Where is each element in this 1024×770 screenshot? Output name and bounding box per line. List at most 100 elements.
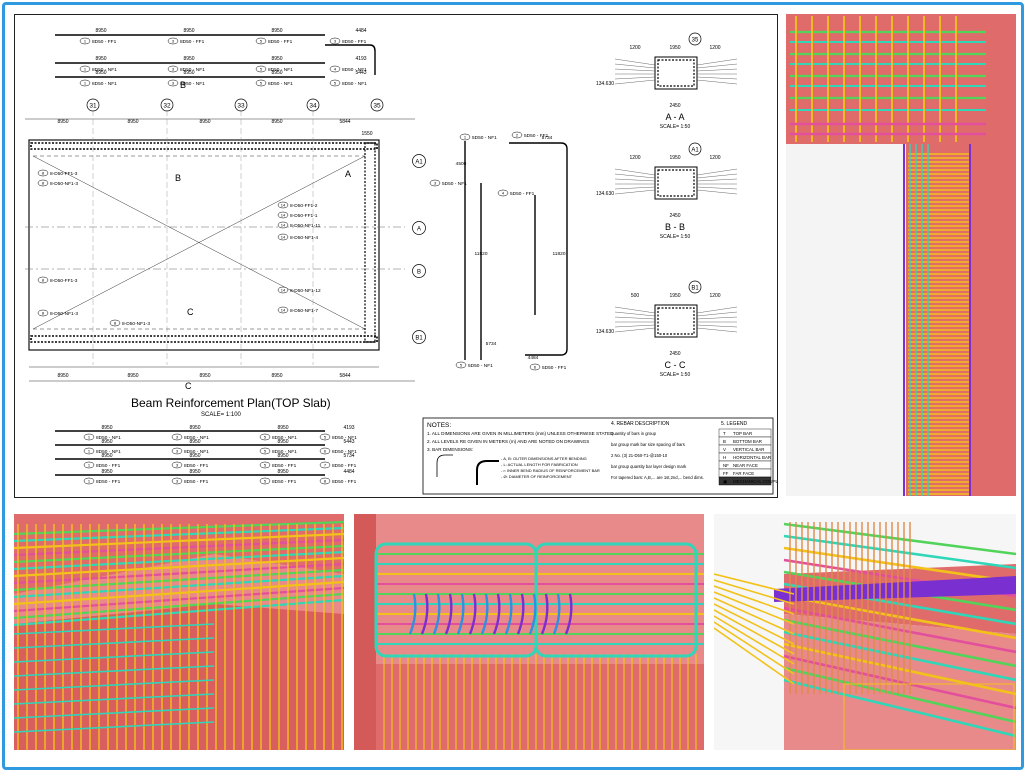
legend-text: MECHANICAL COUPLING bbox=[733, 479, 777, 484]
bar-mark-label: 8D50 - FF1 bbox=[180, 39, 205, 45]
leader-line bbox=[614, 327, 656, 333]
leader-line bbox=[696, 316, 738, 320]
bar-bending-details: 1 5D50 - NF12 5D50 - FF13 5D50 - NF14 5D50 -… bbox=[429, 131, 568, 371]
dimension-value: 8950 bbox=[127, 373, 138, 379]
dimension-value: 500 bbox=[631, 293, 640, 299]
section-marks: A B B C C bbox=[175, 80, 351, 391]
leader-line bbox=[696, 306, 738, 314]
rebar-description-line: 2 No. (3) 21-D50-T1-@150-10 bbox=[611, 453, 668, 458]
leader-line bbox=[614, 58, 656, 66]
bar-tail-length: 4193 bbox=[355, 56, 366, 62]
section-mark-c: C bbox=[187, 307, 194, 317]
grid-label: 34 bbox=[309, 103, 317, 110]
callout-left: 8-D50-FF1-3 bbox=[50, 278, 78, 284]
callout-right: 8-D50-FF1-1 bbox=[290, 213, 318, 219]
dimension-value: 1950 bbox=[669, 293, 680, 299]
section-scale: SCALE= 1:50 bbox=[660, 234, 691, 240]
bar-detail-length: 11820 bbox=[475, 251, 488, 257]
bar-mark-label: 8D50 - NF1 bbox=[342, 81, 367, 87]
grid-label: 33 bbox=[237, 103, 245, 110]
leader-line bbox=[614, 173, 656, 179]
bar-mark-label: 8D50 - NF1 bbox=[268, 81, 293, 87]
bar-mark-label: 8D50 - FF1 bbox=[342, 39, 367, 45]
section-scale: SCALE= 1:50 bbox=[660, 372, 691, 378]
dimension-value: 2450 bbox=[669, 213, 680, 219]
leader-line bbox=[614, 316, 656, 320]
leader-line bbox=[696, 76, 738, 80]
bar-mark-number: 14 bbox=[281, 235, 286, 240]
grid-label: 31 bbox=[89, 103, 97, 110]
rebar-description-line: For tapered bars: A,B,... are 1st,2nd,..… bbox=[611, 475, 704, 480]
grid-label: 35 bbox=[692, 38, 699, 44]
leader-line bbox=[614, 79, 656, 85]
dimension-value: 8950 bbox=[271, 373, 282, 379]
bar-dimension-note: - r: INNER BEND RADIUS OF REINFORCEMENT … bbox=[501, 468, 600, 473]
dimension-value: 8950 bbox=[57, 373, 68, 379]
bar-tail-length: 4193 bbox=[343, 425, 354, 431]
section-title: C - C bbox=[665, 360, 686, 370]
bar-dimension: 8950 bbox=[189, 439, 200, 445]
bar-mark-number: 14 bbox=[281, 203, 286, 208]
bar-detail-label: 5D50 - NF1 bbox=[472, 135, 497, 141]
bar-mark-label: 8D50 - FF1 bbox=[92, 39, 117, 45]
legend-code: H bbox=[723, 455, 726, 460]
bar-mark-label: 8D50 - NF1 bbox=[92, 81, 117, 87]
bar-dimension: 8950 bbox=[101, 469, 112, 475]
legend-text: TOP BAR bbox=[733, 431, 752, 436]
note-item: 1. ALL DIMENSIONS ARE GIVEN IN MILLIMETE… bbox=[427, 431, 614, 436]
grid-label: B1 bbox=[691, 286, 699, 292]
bar-dimension: 8950 bbox=[271, 70, 282, 76]
leader-line bbox=[614, 306, 656, 314]
bar-mark-label: 8D50 - FF1 bbox=[268, 39, 293, 45]
bar-mark-number: 14 bbox=[281, 213, 286, 218]
legend-code: V bbox=[723, 447, 726, 452]
bar-tail-length: 5443 bbox=[355, 70, 366, 76]
leader-line bbox=[696, 324, 738, 328]
notes-heading: NOTES: bbox=[427, 422, 451, 429]
section-title: A - A bbox=[665, 112, 684, 122]
legend-table: T TOP BAR B BOTTOM BAR V VERTICAL BAR H HORIZON… bbox=[718, 428, 777, 486]
section-mark-b: B bbox=[175, 173, 181, 183]
bar-detail-length: 5734 bbox=[542, 135, 553, 141]
dimension-value: 8950 bbox=[57, 119, 68, 125]
leader-line bbox=[614, 168, 656, 176]
leader-line bbox=[614, 324, 656, 328]
leader-line bbox=[614, 76, 656, 80]
bar-tail-length: 5734 bbox=[343, 453, 354, 459]
bar-dimension: 8950 bbox=[189, 425, 200, 431]
section-title: B - B bbox=[665, 222, 685, 232]
bar-dimension: 8950 bbox=[101, 425, 112, 431]
bar-dimension: 8950 bbox=[101, 439, 112, 445]
leader-line bbox=[696, 58, 738, 66]
bottom-bar-schedule: 89501 8D50 - NF189503 8D50 - NF189505 8D50 … bbox=[55, 425, 357, 485]
bar-mark-number: 14 bbox=[281, 223, 286, 228]
callout-left: 8-D50-NF1-3 bbox=[50, 311, 78, 317]
leader-line bbox=[696, 63, 738, 69]
grid-label: B bbox=[417, 270, 421, 276]
section-detail: A1 1200 1950 1200 134.630 2450 B - B SCALE= 1:5… bbox=[596, 142, 738, 240]
section-detail: B1 500 1950 1200 134.630 2450 C - C SCALE= 1:50 bbox=[596, 280, 738, 378]
rebar-description-line: bar group quantity bar layer design mark bbox=[611, 464, 687, 469]
section-mark-b-top: B bbox=[180, 80, 186, 90]
cross-sections: 35 1200 1950 1200 134.630 2450 A - A SCALE= 1:5… bbox=[596, 32, 738, 378]
grid-bubbles-right: A1 A B B1 bbox=[412, 154, 426, 344]
beam-plan bbox=[25, 110, 415, 382]
dimension-value: 5844 bbox=[339, 119, 350, 125]
legend-text: BOTTOM BAR bbox=[733, 439, 762, 444]
callouts-right: 14 8-D50-FF1-2 14 8-D50-FF1-1 14 8-D50-NF1-11… bbox=[277, 201, 321, 314]
section-scale: SCALE= 1:50 bbox=[660, 124, 691, 130]
dimension-value: 1950 bbox=[669, 155, 680, 161]
section-beam-outline bbox=[654, 304, 698, 338]
callout-right: 8-D50-NF1-11 bbox=[290, 223, 321, 229]
dimension-value: 8950 bbox=[199, 373, 210, 379]
bar-tail-length: 4484 bbox=[343, 469, 354, 475]
leader-line bbox=[696, 168, 738, 176]
bar-mark-label: 8D50 - FF1 bbox=[332, 479, 357, 485]
leader-line bbox=[696, 189, 738, 195]
bar-dimension: 8950 bbox=[95, 70, 106, 76]
bar-dimension: 8950 bbox=[95, 56, 106, 62]
note-item: 3. BAR DIMENSIONS: bbox=[427, 447, 473, 452]
top-bar-schedule: 89501 8D50 - FF189503 8D50 - FF189505 8D50 … bbox=[55, 28, 376, 87]
bar-dimension: 8950 bbox=[183, 56, 194, 62]
bar-tail-length: 4484 bbox=[355, 28, 366, 34]
